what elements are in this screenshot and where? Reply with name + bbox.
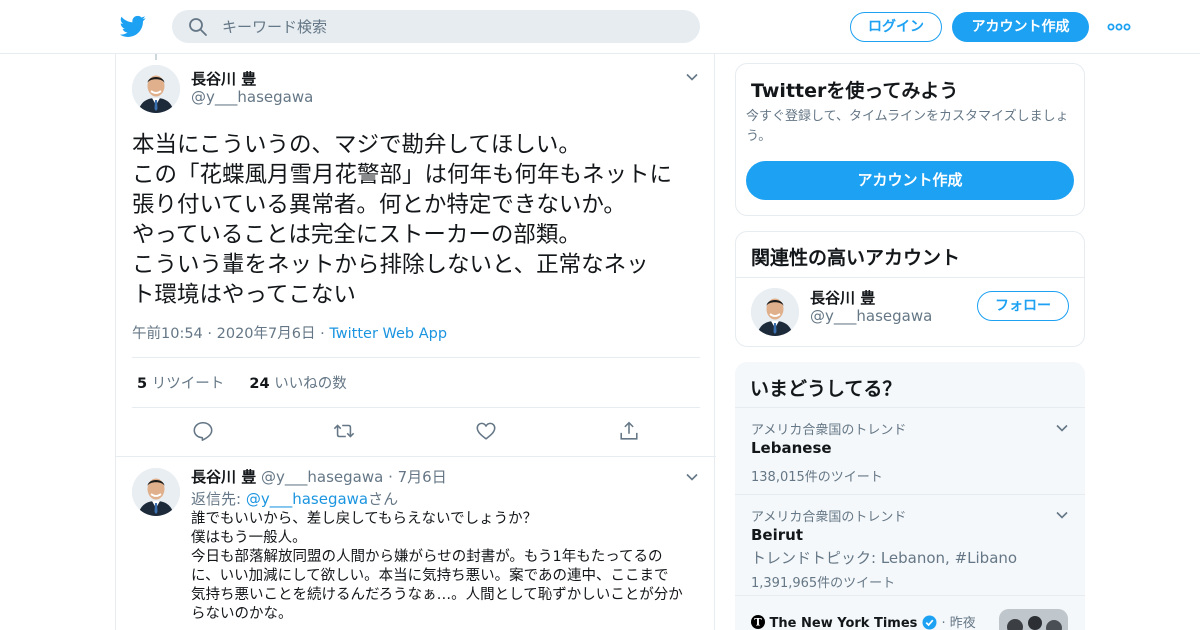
tweet-date: 2020年7月6日	[216, 326, 316, 342]
avatar[interactable]	[751, 288, 799, 336]
verified-badge-icon	[922, 615, 937, 630]
tweet-line: こういう輩をネットから排除しないと、正常なネッ	[132, 252, 649, 278]
trend-count: 138,015件のツイート	[751, 470, 883, 485]
nyt-logo-icon: T	[751, 615, 765, 629]
tweet-text: 本当にこういうの、マジで勘弁してほしい。 この「花蝶風月雪月花警部」は何年も何年…	[132, 130, 702, 310]
related-account-name[interactable]: 長谷川 豊	[810, 287, 875, 308]
meta-separator: ·	[320, 326, 330, 342]
tweet-meta: 午前10:54 · 2020年7月6日 · Twitter Web App	[132, 322, 447, 343]
reply-line: 気持ち悪いことを続けるんだろうなぁ…。人間として恥ずかしいことが分か	[191, 587, 683, 603]
tweet-line: ト環境はやってこない	[132, 282, 356, 308]
follow-button[interactable]: フォロー	[977, 291, 1069, 321]
twitter-bird-icon[interactable]	[120, 13, 146, 39]
trend-name: Beirut	[751, 526, 803, 544]
trend-context: アメリカ合衆国のトレンド	[751, 423, 907, 438]
signup-button[interactable]: アカウント作成	[952, 12, 1089, 42]
reply-icon[interactable]	[192, 420, 214, 442]
chevron-down-icon[interactable]	[685, 470, 699, 484]
tweet-stats: 5 リツイート 24 いいねの数	[137, 372, 347, 393]
reply-line: 今日も部落解放同盟の人間から嫌がらせの封書が。もう1年もたってるの	[191, 549, 663, 565]
divider	[116, 456, 716, 457]
trend-item[interactable]: アメリカ合衆国のトレンド Lebanese 138,015件のツイート	[735, 408, 1085, 494]
divider	[735, 595, 1085, 596]
search-icon	[189, 18, 207, 36]
trend-topics: トレンドトピック: Lebanon, #Libano	[751, 549, 1018, 567]
heart-icon[interactable]	[475, 420, 497, 442]
divider	[736, 277, 1084, 278]
signup-card-description: 今すぐ登録して、タイムラインをカスタマイズしましょう。	[746, 109, 1069, 144]
trend-name: Lebanese	[751, 439, 832, 457]
meta-separator: ·	[941, 616, 950, 630]
trend-context: アメリカ合衆国のトレンド	[751, 510, 907, 525]
retweet-icon[interactable]	[333, 420, 355, 442]
more-options-icon[interactable]	[1106, 18, 1132, 36]
retweet-stat[interactable]: 5 リツイート	[137, 376, 224, 392]
chevron-down-icon[interactable]	[1055, 421, 1069, 435]
reply-author-name[interactable]: 長谷川 豊	[191, 468, 256, 486]
reply-header: 長谷川 豊 @y___hasegawa · 7月6日	[191, 466, 447, 487]
trend-item[interactable]: アメリカ合衆国のトレンド Beirut トレンドトピック: Lebanon, #…	[735, 495, 1085, 595]
profile-photo	[751, 288, 799, 336]
reply-to: 返信先: @y___hasegawaさん	[191, 488, 398, 509]
related-card-title: 関連性の高いアカウント	[751, 247, 961, 269]
thread-line	[155, 54, 157, 60]
reply-line: 僕はもう一般人。	[191, 530, 307, 546]
profile-photo	[132, 65, 180, 113]
tweet-time: 午前10:54	[132, 326, 203, 342]
meta-separator: ·	[207, 326, 217, 342]
reply-to-suffix: さん	[368, 490, 399, 508]
reply-to-mention[interactable]: @y___hasegawa	[246, 490, 368, 508]
reply-line: に、いい加減にして欲しい。本当に気持ち悪い。案であの連中、ここまで	[191, 568, 669, 584]
search-box[interactable]	[172, 10, 700, 43]
reply-date[interactable]: 7月6日	[398, 468, 447, 486]
news-thumbnail-image	[999, 609, 1068, 630]
news-source-name: The New York Times	[769, 616, 918, 630]
retweet-label: リツイート	[151, 376, 225, 392]
divider	[132, 407, 700, 408]
signup-card-title: Twitterを使ってみよう	[751, 80, 959, 102]
related-account-handle[interactable]: @y___hasegawa	[810, 307, 932, 325]
tweet-actions	[116, 420, 716, 444]
reply-to-prefix: 返信先:	[191, 490, 246, 508]
top-bar: ログイン アカウント作成	[0, 0, 1200, 54]
like-count: 24	[249, 376, 270, 392]
tweet-source-link[interactable]: Twitter Web App	[329, 326, 447, 342]
tweet-line: 張り付いている異常者。何とか特定できないか。	[132, 192, 626, 218]
signup-card: Twitterを使ってみよう 今すぐ登録して、タイムラインをカスタマイズしましょ…	[735, 63, 1085, 216]
avatar[interactable]	[132, 65, 180, 113]
news-time: 昨夜	[949, 616, 976, 630]
like-stat[interactable]: 24 いいねの数	[249, 376, 346, 392]
news-thumbnail[interactable]	[999, 609, 1068, 630]
chevron-down-icon[interactable]	[1055, 508, 1069, 522]
avatar[interactable]	[132, 468, 180, 516]
trends-card-title: いまどうしてる？	[750, 378, 902, 400]
author-name[interactable]: 長谷川 豊	[191, 68, 256, 89]
profile-photo	[132, 468, 180, 516]
reply-line: 誰でもいいから、差し戻してもらえないでしょうか？	[191, 511, 538, 527]
tweet-line: やっていることは完全にストーカーの部類。	[132, 222, 581, 248]
reply-author-handle[interactable]: @y___hasegawa	[261, 468, 383, 486]
search-input[interactable]	[222, 10, 682, 43]
related-accounts-card: 関連性の高いアカウント 長谷川 豊 @y___hasegawa フォロー	[735, 231, 1085, 347]
tweet-line: この「花蝶風月雪月花警部」は何年も何年もネットに	[132, 162, 673, 188]
trend-count: 1,391,965件のツイート	[751, 576, 896, 591]
chevron-down-icon[interactable]	[685, 70, 699, 84]
login-button[interactable]: ログイン	[850, 12, 942, 42]
tweet-column: 長谷川 豊 @y___hasegawa 本当にこういうの、マジで勘弁してほしい。…	[115, 54, 716, 630]
divider	[132, 357, 700, 358]
reply-line: らないのかな。	[191, 606, 293, 622]
news-item-source[interactable]: T The New York Times · 昨夜	[751, 612, 976, 630]
author-handle[interactable]: @y___hasegawa	[191, 88, 313, 106]
like-label: いいねの数	[274, 376, 347, 392]
signup-card-button[interactable]: アカウント作成	[746, 161, 1074, 200]
svg-text:T: T	[754, 618, 762, 629]
retweet-count: 5	[137, 376, 148, 392]
share-icon[interactable]	[618, 420, 640, 442]
trends-card: いまどうしてる？ アメリカ合衆国のトレンド Lebanese 138,015件の…	[735, 362, 1085, 630]
meta-separator: ·	[388, 468, 398, 486]
tweet-line: 本当にこういうの、マジで勘弁してほしい。	[132, 132, 581, 158]
reply-text: 誰でもいいから、差し戻してもらえないでしょうか？ 僕はもう一般人。 今日も部落解…	[191, 510, 703, 624]
